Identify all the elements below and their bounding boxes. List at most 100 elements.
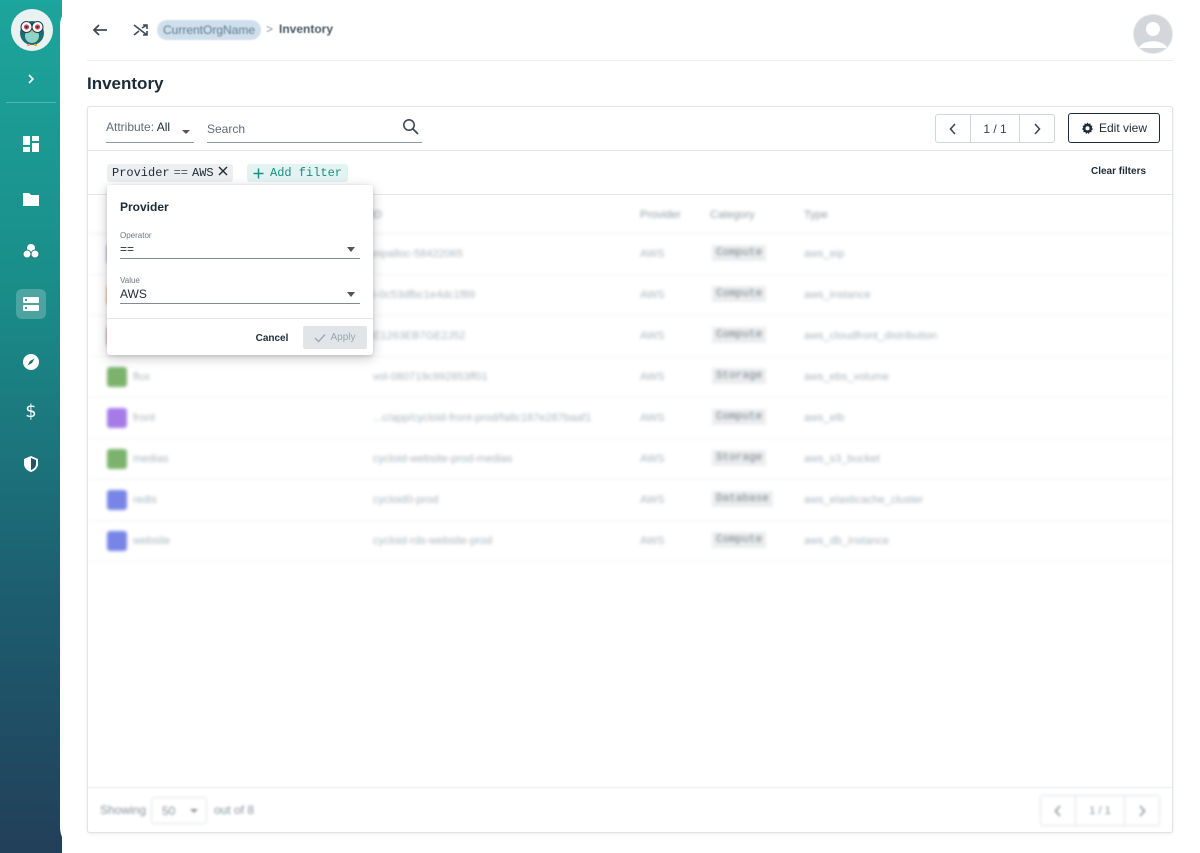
footer-next-page-button[interactable] bbox=[1125, 796, 1159, 825]
edit-view-button[interactable]: Edit view bbox=[1068, 113, 1160, 143]
caret-down-icon bbox=[182, 130, 190, 134]
apply-label: Apply bbox=[330, 332, 356, 343]
chip-value: AWS bbox=[192, 166, 214, 180]
cost-dollar-nav-icon[interactable]: $ bbox=[16, 396, 46, 426]
page-title: Inventory bbox=[87, 74, 164, 93]
popover-title: Provider bbox=[120, 200, 169, 214]
search-input[interactable] bbox=[207, 122, 387, 136]
search-icon[interactable] bbox=[402, 118, 420, 141]
back-arrow-icon[interactable] bbox=[88, 19, 112, 41]
clear-filters-button[interactable]: Clear filters bbox=[1091, 166, 1146, 177]
toolbar-divider bbox=[88, 150, 1172, 151]
expand-sidebar-chevron-icon[interactable] bbox=[17, 68, 45, 90]
chip-operator: == bbox=[173, 166, 189, 180]
cancel-button[interactable]: Cancel bbox=[253, 327, 291, 349]
per-page-select[interactable]: 50 bbox=[151, 797, 207, 824]
attribute-select[interactable]: Attribute: All bbox=[106, 120, 194, 143]
caret-down-icon bbox=[190, 809, 198, 813]
row-category: Compute bbox=[712, 532, 767, 548]
sidebar: $ bbox=[0, 0, 62, 853]
row-provider: AWS bbox=[640, 330, 665, 342]
top-pagination: 1 / 1 bbox=[935, 114, 1055, 143]
table-row[interactable]: redis cycloid0-prod AWS Database aws_elastic… bbox=[88, 480, 1172, 521]
resource-type-icon bbox=[107, 367, 127, 387]
column-header-type[interactable]: Type bbox=[804, 209, 828, 221]
add-filter-label: Add filter bbox=[270, 166, 343, 180]
breadcrumb-org[interactable]: CurrentOrgName bbox=[157, 20, 262, 40]
row-name: flux bbox=[133, 371, 151, 383]
popover-divider bbox=[107, 318, 373, 319]
table-row[interactable]: medias cycloid-website-prod-medias AWS Stor… bbox=[88, 439, 1172, 480]
attribute-select-label: Attribute: bbox=[106, 120, 155, 134]
row-id: cycloid0-prod bbox=[373, 494, 439, 506]
row-type: aws_db_instance bbox=[804, 535, 890, 547]
dashboard-nav-icon[interactable] bbox=[16, 129, 46, 159]
resource-type-icon bbox=[107, 531, 127, 551]
row-type: aws_eip bbox=[804, 248, 845, 260]
footer-prev-page-button[interactable] bbox=[1041, 796, 1075, 825]
resource-type-icon bbox=[107, 449, 127, 469]
stacks-nav-icon[interactable] bbox=[16, 236, 46, 266]
row-name: front bbox=[133, 412, 156, 424]
table-row[interactable]: website cycloid-rds-website-prod AWS Comput… bbox=[88, 521, 1172, 562]
prev-page-button[interactable] bbox=[936, 115, 970, 142]
attribute-select-value: All bbox=[156, 120, 171, 134]
resource-type-icon bbox=[107, 490, 127, 510]
footer-divider bbox=[88, 787, 1172, 788]
header-divider bbox=[87, 60, 1173, 61]
chip-field: Provider bbox=[112, 166, 170, 180]
row-category: Database bbox=[712, 491, 773, 507]
table-row[interactable]: flux vol-080719c992853ff01 AWS Storage aws_e… bbox=[88, 357, 1172, 398]
caret-down-icon bbox=[347, 292, 355, 297]
page-indicator: 1 / 1 bbox=[970, 115, 1020, 142]
gear-icon bbox=[1081, 121, 1094, 134]
row-provider: AWS bbox=[640, 371, 665, 383]
row-category: Compute bbox=[712, 327, 767, 343]
showing-label: Showing bbox=[100, 803, 147, 817]
row-category: Compute bbox=[712, 409, 767, 425]
next-page-button[interactable] bbox=[1020, 115, 1054, 142]
breadcrumb-current: Inventory bbox=[279, 22, 334, 36]
owl-logo-icon[interactable] bbox=[11, 9, 53, 51]
user-avatar-icon[interactable] bbox=[1133, 14, 1173, 54]
row-id: cycloid-website-prod-medias bbox=[373, 453, 513, 465]
row-name: redis bbox=[133, 494, 157, 506]
search-field bbox=[207, 118, 422, 143]
chevron-right-icon bbox=[1034, 122, 1041, 135]
chevron-left-icon bbox=[949, 122, 956, 135]
per-page-value: 50 bbox=[162, 804, 176, 818]
folder-nav-icon[interactable] bbox=[16, 184, 46, 214]
breadcrumb-separator: > bbox=[266, 22, 274, 36]
close-icon[interactable] bbox=[218, 166, 228, 180]
inventory-nav-icon[interactable] bbox=[16, 289, 46, 319]
column-header-provider[interactable]: Provider bbox=[640, 209, 681, 221]
provider-filter-chip[interactable]: Provider == AWS bbox=[107, 164, 233, 182]
operator-label: Operator bbox=[120, 231, 152, 240]
value-label: Value bbox=[120, 276, 140, 285]
compass-nav-icon[interactable] bbox=[16, 347, 46, 377]
plus-icon bbox=[253, 168, 264, 178]
operator-select[interactable]: Operator == bbox=[120, 231, 360, 259]
column-header-category[interactable]: Category bbox=[710, 209, 755, 221]
value-select[interactable]: Value AWS bbox=[120, 276, 360, 304]
security-shield-nav-icon[interactable] bbox=[16, 449, 46, 479]
row-id: vol-080719c992853ff01 bbox=[373, 371, 488, 383]
filter-popover: Provider Operator == Value AWS Cancel Ap… bbox=[107, 185, 373, 355]
chevron-left-icon bbox=[1054, 804, 1061, 817]
add-filter-button[interactable]: Add filter bbox=[247, 164, 349, 182]
row-provider: AWS bbox=[640, 289, 665, 301]
table-row[interactable]: front ...c/app/cycloid-front-prod/fa8c187… bbox=[88, 398, 1172, 439]
sidebar-divider bbox=[6, 102, 56, 103]
row-type: aws_elasticache_cluster bbox=[804, 494, 924, 506]
row-category: Compute bbox=[712, 245, 767, 261]
total-count: out of 8 bbox=[214, 803, 255, 817]
row-id: i-0c53dfbc1e4dc1f89 bbox=[373, 289, 476, 301]
apply-button[interactable]: Apply bbox=[303, 326, 367, 349]
edit-view-label: Edit view bbox=[1098, 121, 1148, 135]
row-id: cycloid-rds-website-prod bbox=[373, 535, 493, 547]
check-icon bbox=[314, 333, 327, 343]
bottom-pagination: 1 / 1 bbox=[1040, 795, 1160, 826]
shuffle-icon[interactable] bbox=[129, 19, 153, 41]
operator-value: == bbox=[120, 242, 135, 256]
caret-down-icon bbox=[347, 247, 355, 252]
